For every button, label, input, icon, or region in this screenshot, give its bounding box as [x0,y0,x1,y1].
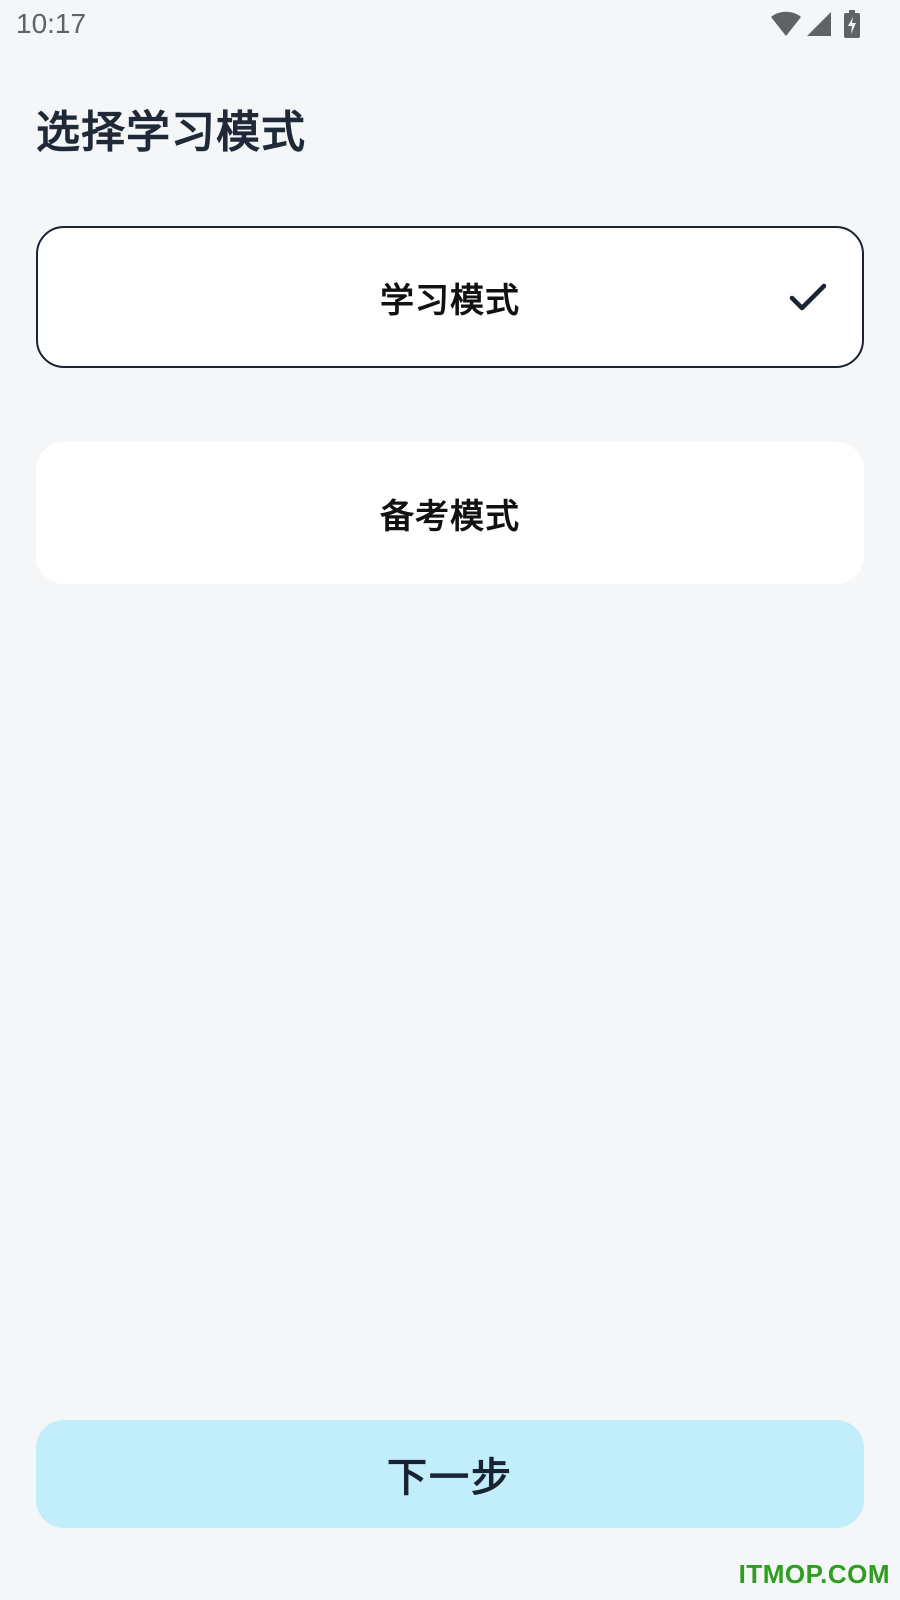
signal-icon [806,11,832,37]
check-icon [788,277,828,317]
mode-option-exam-prep[interactable]: 备考模式 [36,442,864,584]
battery-charging-icon [844,10,860,38]
status-icons [770,10,860,38]
mode-option-label: 备考模式 [380,496,520,537]
next-step-button[interactable]: 下一步 [36,1420,864,1528]
mode-option-study[interactable]: 学习模式 [36,226,864,368]
status-time: 10:17 [16,8,87,39]
mode-option-label: 学习模式 [380,280,520,321]
next-step-label: 下一步 [387,1456,513,1500]
watermark: ITMOP.COM [738,1559,890,1589]
wifi-icon [770,11,802,37]
page-title: 选择学习模式 [36,107,306,158]
status-bar: 10:17 [0,0,900,50]
